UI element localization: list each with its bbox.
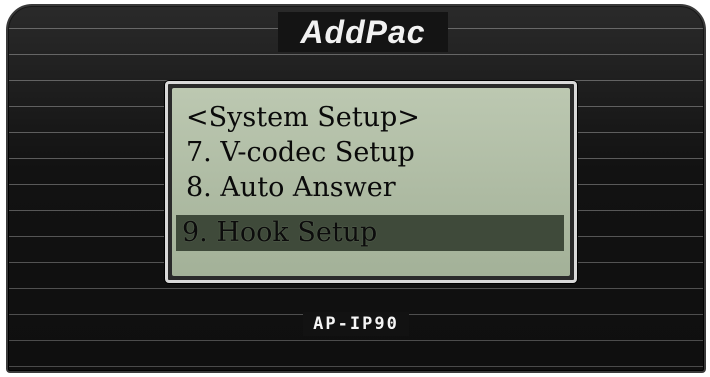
model-label: AP-IP90 <box>8 312 704 336</box>
device-bezel: AddPac <System Setup> 7. V-codec Setup 8… <box>6 4 706 373</box>
menu-item-v-codec-setup[interactable]: 7. V-codec Setup <box>180 135 562 171</box>
lcd-screen: <System Setup> 7. V-codec Setup 8. Auto … <box>172 88 570 276</box>
brand-logo: AddPac <box>278 12 448 52</box>
lcd-screen-frame: <System Setup> 7. V-codec Setup 8. Auto … <box>165 81 577 283</box>
ip-phone-device: AddPac <System Setup> 7. V-codec Setup 8… <box>0 0 710 377</box>
menu-title: <System Setup> <box>186 102 420 133</box>
model-name: AP-IP90 <box>303 312 409 336</box>
menu-item-auto-answer[interactable]: 8. Auto Answer <box>180 170 562 206</box>
menu-item-hook-setup[interactable]: 9. Hook Setup <box>176 215 564 251</box>
menu-item-hook-setup-label: 9. Hook Setup <box>182 217 378 248</box>
